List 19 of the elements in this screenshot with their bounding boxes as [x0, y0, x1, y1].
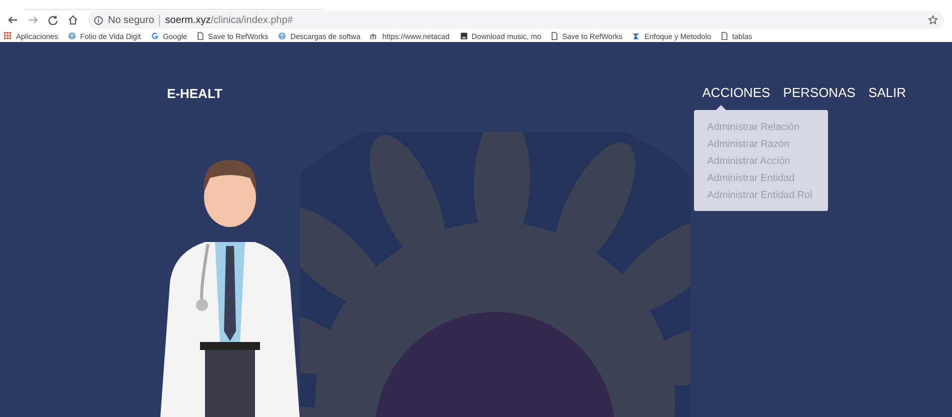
url-text: soerm.xyz/clinica/index.php#: [165, 14, 293, 26]
back-arrow-icon[interactable]: [8, 15, 18, 25]
nav-link[interactable]: PERSONAS: [783, 85, 856, 100]
security-label: No seguro: [108, 14, 154, 26]
google-g-icon: [150, 32, 159, 40]
page-icon: [721, 32, 728, 40]
logo-icon: [632, 32, 640, 40]
apps-grid-icon: [4, 32, 12, 40]
brand-title[interactable]: E-HEALT: [167, 86, 222, 100]
home-icon[interactable]: [68, 15, 78, 25]
reload-icon[interactable]: [48, 15, 58, 25]
star-icon[interactable]: [928, 15, 938, 25]
nav-link[interactable]: SALIR: [868, 85, 906, 100]
address-bar[interactable]: No seguro soerm.xyz/clinica/index.php#: [88, 11, 944, 29]
page-icon: [551, 32, 558, 40]
network-icon: [370, 32, 378, 40]
info-icon: [94, 16, 103, 24]
nav-link[interactable]: ACCIONES: [702, 85, 770, 100]
page-icon: [197, 32, 204, 40]
